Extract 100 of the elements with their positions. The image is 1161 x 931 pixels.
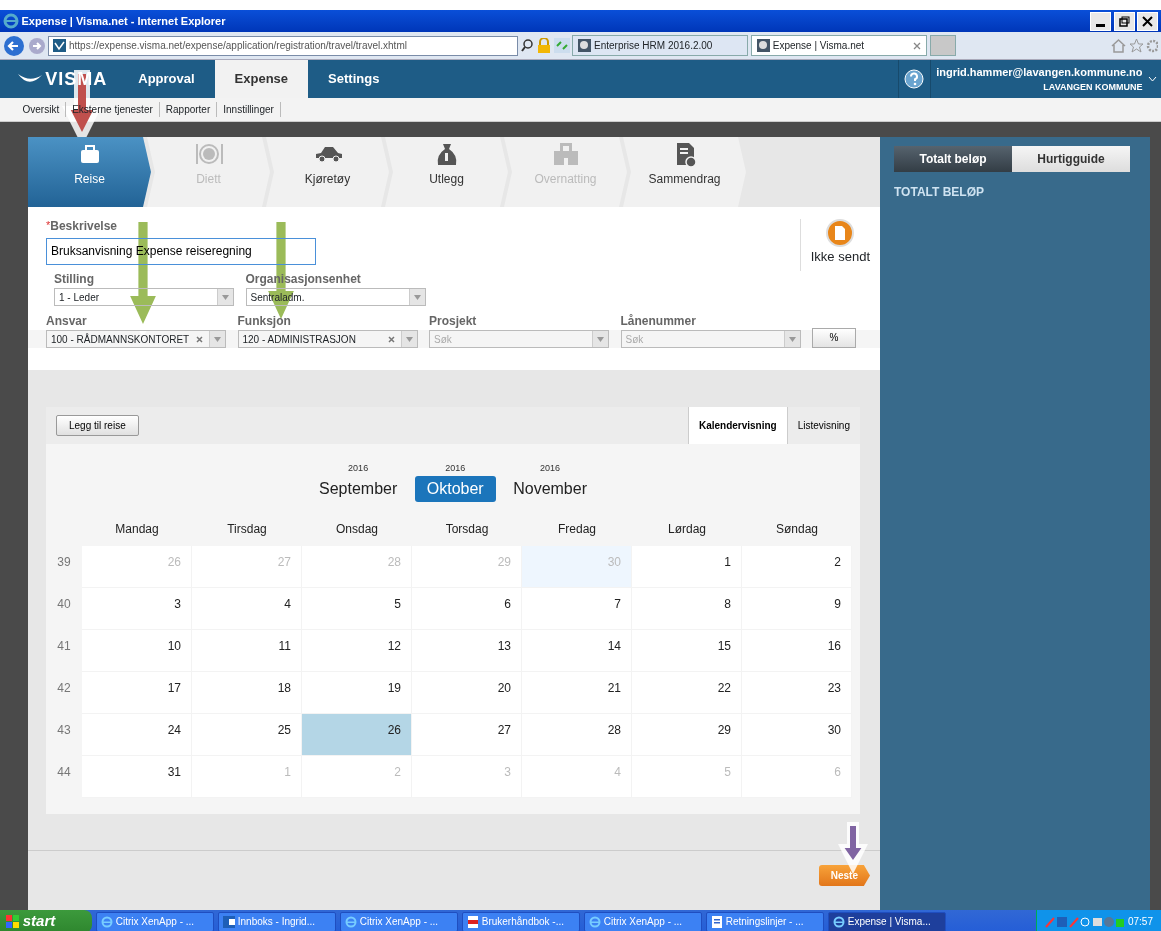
day-cell[interactable]: 28 — [522, 713, 632, 756]
nav-tab[interactable]: Settings — [308, 60, 400, 98]
day-cell[interactable]: 10 — [82, 629, 192, 672]
nav-tab[interactable]: Approval — [118, 60, 215, 98]
month-tab[interactable]: September — [307, 475, 410, 502]
day-cell[interactable]: 19 — [302, 671, 412, 714]
day-cell[interactable]: 3 — [82, 587, 192, 630]
field-label: Prosjekt — [429, 312, 478, 330]
day-cell[interactable]: 17 — [82, 671, 192, 714]
day-cell[interactable]: 18 — [192, 671, 302, 714]
year-label: 2016 — [445, 462, 466, 475]
day-cell[interactable]: 9 — [742, 587, 852, 630]
day-cell[interactable]: 15 — [632, 629, 742, 672]
browser-tab[interactable]: Enterprise HRM 2016.2.00 — [572, 35, 749, 56]
dropdown-arrow-icon — [788, 336, 796, 342]
day-cell[interactable]: 1 — [632, 545, 742, 588]
refresh-icon — [553, 38, 570, 53]
clear-icon — [387, 336, 395, 344]
clear-icon — [196, 336, 203, 344]
taskbar-item[interactable]: Expense | Visma... — [828, 911, 946, 931]
day-cell[interactable]: 6 — [412, 587, 522, 630]
week-number: 39 — [56, 553, 72, 571]
select-field[interactable]: 120 - ADMINISTRASJON — [237, 329, 418, 348]
page-icon — [757, 39, 770, 52]
field-label: Lånenummer — [620, 312, 697, 330]
week-number: 43 — [56, 721, 72, 739]
taskbar-item[interactable]: Citrix XenApp - ... — [96, 911, 214, 931]
taskbar-item[interactable]: Citrix XenApp - ... — [584, 911, 702, 931]
panel-tab[interactable]: Hurtigguide — [1012, 146, 1130, 172]
nav-tab[interactable]: Expense — [214, 60, 309, 98]
day-cell[interactable]: 26 — [302, 713, 412, 756]
weekday-label: Tirsdag — [226, 520, 268, 538]
subnav-link[interactable]: Rapporter — [159, 102, 218, 117]
subnav-link[interactable]: Innstillinger — [217, 102, 281, 117]
taskbar-item[interactable]: Innboks - Ingrid... — [218, 911, 336, 931]
dropdown-arrow-icon — [214, 336, 221, 342]
status-text: Ikke sendt — [810, 248, 870, 266]
ie-logo-icon — [833, 915, 845, 928]
view-tab[interactable]: Listevisning — [787, 407, 860, 444]
day-cell[interactable]: 13 — [412, 629, 522, 672]
star-icon — [1128, 38, 1144, 53]
browser-tab[interactable]: Expense | Visma.net — [751, 35, 927, 56]
windows-flag-icon — [6, 914, 20, 929]
day-cell[interactable]: 23 — [742, 671, 852, 714]
weekday-label: Fredag — [557, 520, 597, 538]
padlock-icon — [536, 38, 551, 53]
year-label: 2016 — [348, 462, 369, 475]
taskbar-item[interactable]: Citrix XenApp - ... — [340, 911, 458, 931]
minimize-icon — [1095, 23, 1105, 27]
day-cell[interactable]: 4 — [192, 587, 302, 630]
step-tab[interactable]: Sammendrag — [623, 137, 746, 207]
day-cell[interactable]: 16 — [742, 629, 852, 672]
restore-icon — [1118, 15, 1130, 27]
user-email: ingrid.hammer@lavangen.kommune.no — [936, 65, 1143, 80]
dropdown-arrow-icon — [597, 336, 604, 342]
minimize-button[interactable] — [1089, 11, 1111, 31]
mail-app-icon — [223, 915, 235, 928]
help-button[interactable] — [904, 69, 925, 89]
day-cell[interactable]: 27 — [412, 713, 522, 756]
weekday-label: Onsdag — [335, 520, 379, 538]
pdf-file-icon — [467, 915, 479, 928]
day-cell[interactable]: 31 — [82, 755, 192, 798]
day-cell[interactable]: 14 — [522, 629, 632, 672]
day-cell[interactable]: 25 — [192, 713, 302, 756]
document-file-icon — [711, 915, 723, 928]
percent-button[interactable]: % — [812, 327, 856, 348]
day-cell[interactable]: 2 — [742, 545, 852, 588]
month-tab[interactable]: Oktober — [414, 475, 496, 502]
close-icon — [913, 41, 921, 50]
address-field[interactable]: https://expense.visma.net/expense/application/registration/travel/travel.xhtml — [48, 35, 519, 56]
taskbar-item[interactable]: Retningslinjer - ... — [706, 911, 824, 931]
weekday-label: Mandag — [114, 520, 160, 538]
view-tab[interactable]: Kalendervisning — [687, 407, 788, 444]
day-cell[interactable]: 8 — [632, 587, 742, 630]
window-title: Expense | Visma.net - Internet Explorer — [21, 13, 226, 29]
close-button[interactable] — [1137, 11, 1159, 31]
day-cell[interactable]: 30 — [742, 713, 852, 756]
day-cell[interactable]: 21 — [522, 671, 632, 714]
day-cell[interactable]: 11 — [192, 629, 302, 672]
day-cell[interactable]: 20 — [412, 671, 522, 714]
day-cell[interactable]: 24 — [82, 713, 192, 756]
day-cell[interactable]: 29 — [632, 713, 742, 756]
restore-button[interactable] — [1113, 11, 1135, 31]
weekday-label: Lørdag — [667, 520, 707, 538]
panel-heading: TOTALT BELØP — [894, 184, 985, 201]
step-tab[interactable]: Utlegg — [385, 137, 508, 207]
day-cell[interactable]: 22 — [632, 671, 742, 714]
taskbar-item[interactable]: Brukerhåndbok -... — [462, 911, 580, 931]
day-cell[interactable]: 12 — [302, 629, 412, 672]
step-tab[interactable]: Kjøretøy — [266, 137, 389, 207]
back-button[interactable] — [2, 34, 25, 57]
step-tab[interactable]: Reise — [28, 137, 151, 207]
start-button[interactable]: start — [0, 910, 92, 931]
day-cell[interactable]: 5 — [302, 587, 412, 630]
month-tab[interactable]: November — [501, 475, 599, 502]
select-field[interactable]: 100 - RÅDMANNSKONTORET — [46, 329, 226, 348]
add-trip-button[interactable]: Legg til reise — [56, 415, 139, 436]
day-cell[interactable]: 7 — [522, 587, 632, 630]
panel-tab[interactable]: Totalt beløp — [894, 146, 1012, 172]
select-field[interactable]: 1 - Leder — [54, 288, 234, 307]
